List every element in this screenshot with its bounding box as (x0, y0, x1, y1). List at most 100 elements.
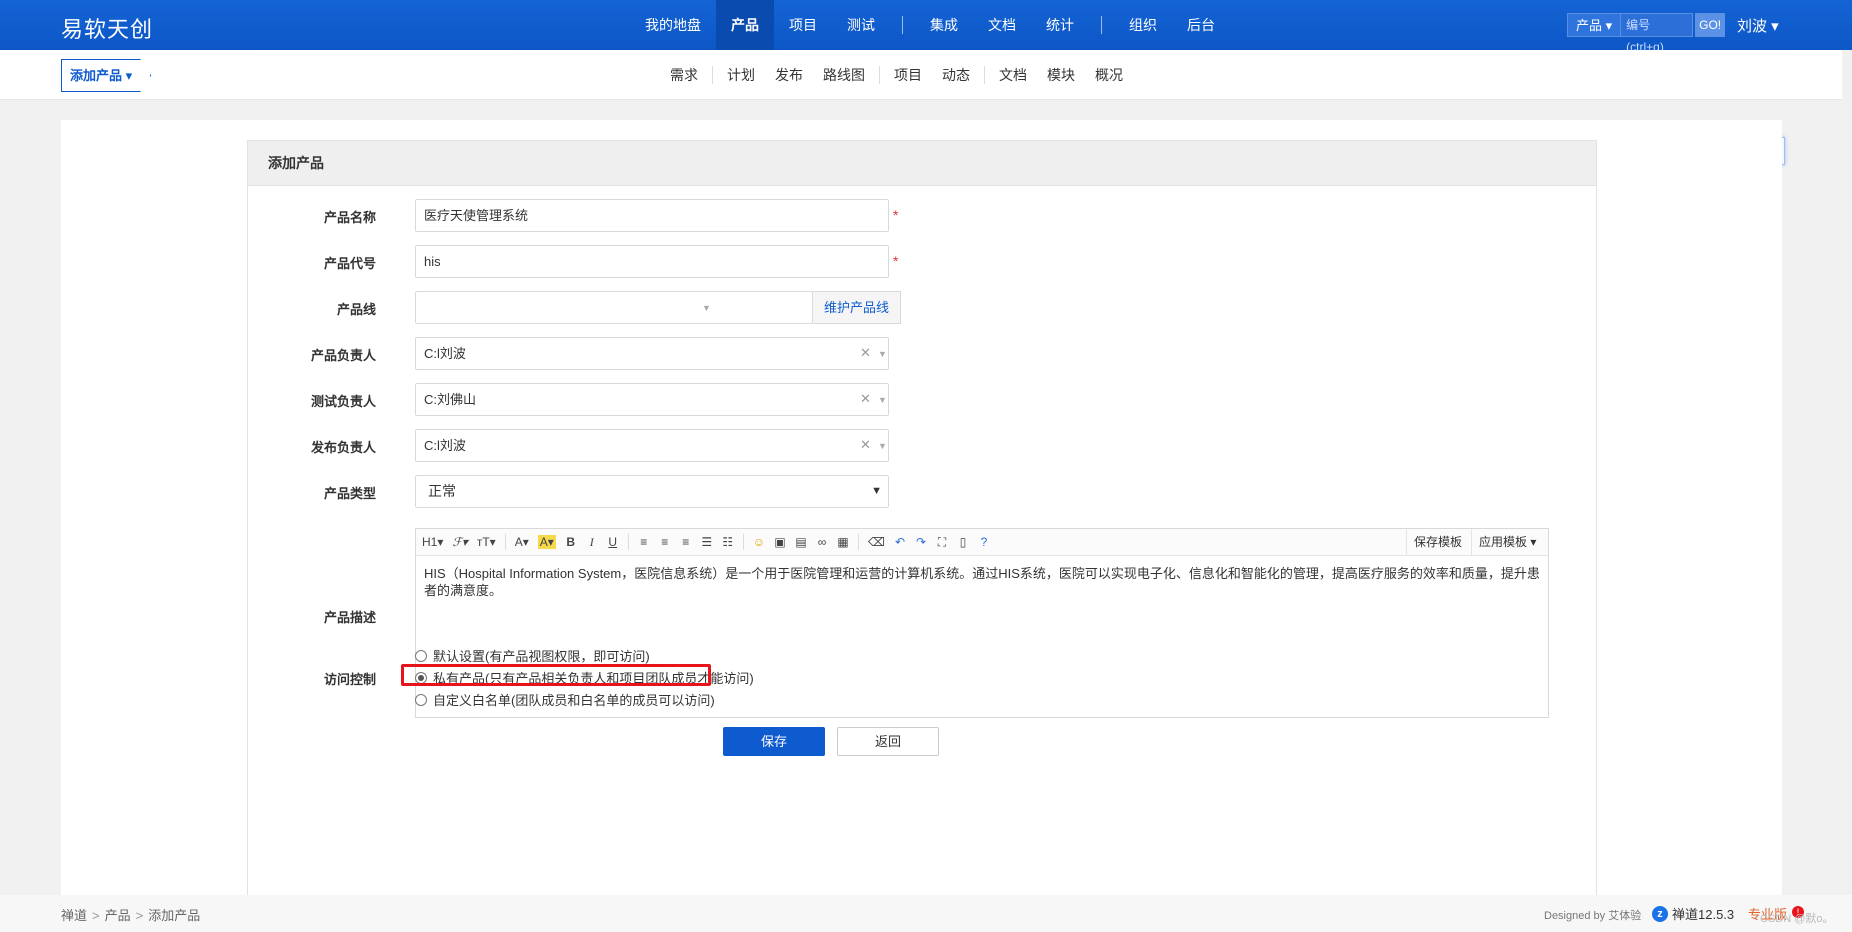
editor-toolbar: H1▾ ℱ▾ ᴛT▾ A▾ A▾ B I U ≡ ≡ ≡ ☰ ☷ ☺ ▣ ▤ ∞ (416, 529, 1548, 556)
nav-project[interactable]: 项目 (774, 0, 832, 50)
nav-ci[interactable]: 集成 (915, 0, 973, 50)
search-go-button[interactable]: GO! (1695, 13, 1726, 37)
subnav-story[interactable]: 需求 (660, 65, 708, 85)
page-scrollbar[interactable] (1842, 50, 1852, 895)
product-code-input[interactable]: his (415, 245, 889, 278)
subnav-project[interactable]: 项目 (884, 65, 932, 85)
radio-icon[interactable] (415, 649, 427, 662)
highlight-color-button[interactable]: A▾ (537, 535, 556, 549)
main-content: 添加产品 产品名称 医疗天使管理系统 * 产品代号 his * 产品线 ▼ 维护… (61, 120, 1782, 900)
unordered-list-icon[interactable]: ☷ (722, 535, 734, 549)
nav-divider (902, 16, 903, 34)
heading-button[interactable]: H1▾ (422, 535, 443, 549)
font-size-button[interactable]: ᴛT▾ (477, 535, 496, 549)
subnav-divider (984, 66, 985, 84)
product-owner-select[interactable]: C:l刘波 (415, 337, 889, 370)
qa-owner-select[interactable]: C:刘佛山 (415, 383, 889, 416)
nav-admin[interactable]: 后台 (1172, 0, 1230, 50)
acl-option-default[interactable]: 默认设置(有产品视图权限，即可访问) (415, 646, 650, 665)
current-page-dropdown[interactable]: 添加产品 ▾ (61, 59, 152, 92)
nav-doc[interactable]: 文档 (973, 0, 1031, 50)
italic-button[interactable]: I (586, 535, 598, 550)
nav-report[interactable]: 统计 (1031, 0, 1089, 50)
release-owner-select[interactable]: C:l刘波 (415, 429, 889, 462)
product-subnav: 需求 计划 发布 路线图 项目 动态 文档 模块 概况 (660, 50, 1133, 100)
search-input[interactable]: 编号(ctrl+g) (1621, 13, 1694, 54)
required-mark: * (893, 253, 899, 269)
chevron-down-icon: ▼ (871, 485, 882, 497)
radio-icon[interactable] (415, 693, 427, 706)
apply-template-button[interactable]: 应用模板 ▾ (1471, 529, 1543, 555)
subnav-roadmap[interactable]: 路线图 (813, 65, 875, 85)
chevron-down-icon: ▼ (878, 441, 887, 451)
clear-icon[interactable]: ✕ (860, 391, 871, 407)
align-left-icon[interactable]: ≡ (638, 535, 650, 549)
breadcrumb-home[interactable]: 禅道 (61, 908, 87, 923)
breadcrumb: 禅道 > 产品 > 添加产品 (61, 908, 201, 923)
eraser-icon[interactable]: ⌫ (868, 535, 885, 549)
label-access-control: 访问控制 (323, 672, 376, 687)
font-color-button[interactable]: A▾ (515, 535, 529, 549)
subnav-divider (879, 66, 880, 84)
subnav-module[interactable]: 模块 (1037, 65, 1085, 85)
version-label: 禅道12.5.3 (1672, 907, 1735, 922)
align-right-icon[interactable]: ≡ (680, 535, 692, 549)
nav-my[interactable]: 我的地盘 (630, 0, 716, 50)
brand-logo[interactable]: 易软天创 (61, 12, 153, 44)
user-menu[interactable]: 刘波 ▾ (1737, 15, 1779, 36)
toolbar-divider (627, 534, 629, 550)
footer: 禅道 > 产品 > 添加产品 Designed by 艾体验 z 禅道12.5.3 专业… (0, 895, 1852, 932)
save-button[interactable]: 保存 (723, 727, 825, 756)
save-template-button[interactable]: 保存模板 (1406, 529, 1469, 555)
clear-icon[interactable]: ✕ (860, 345, 871, 361)
subnav-release[interactable]: 发布 (765, 65, 813, 85)
code-icon[interactable]: ▤ (795, 535, 807, 549)
bold-button[interactable]: B (565, 535, 577, 549)
table-icon[interactable]: ▦ (837, 535, 849, 549)
back-button[interactable]: 返回 (837, 727, 939, 756)
help-icon[interactable]: ? (978, 535, 990, 549)
subnav-dynamic[interactable]: 动态 (932, 65, 980, 85)
label-product-desc: 产品描述 (323, 610, 376, 625)
manage-product-line-button[interactable]: 维护产品线 (813, 291, 902, 324)
label-product-owner: 产品负责人 (310, 348, 376, 363)
redo-icon[interactable]: ↷ (915, 535, 927, 549)
fullscreen-icon[interactable]: ⛶ (936, 535, 948, 550)
product-name-input[interactable]: 医疗天使管理系统 (415, 199, 889, 232)
nav-test[interactable]: 测试 (832, 0, 890, 50)
subnav-doc[interactable]: 文档 (989, 65, 1037, 85)
annotation-highlight (401, 664, 711, 686)
search-type-dropdown[interactable]: 产品 ▾ (1567, 13, 1622, 37)
create-product-form: 添加产品 产品名称 医疗天使管理系统 * 产品代号 his * 产品线 ▼ 维护… (247, 140, 1597, 900)
image-icon[interactable]: ▣ (774, 535, 786, 549)
acl-option-label: 默认设置(有产品视图权限，即可访问) (433, 649, 650, 664)
toolbar-divider (858, 534, 860, 550)
global-search: 产品 ▾ 编号(ctrl+g) GO! (1567, 13, 1726, 54)
align-center-icon[interactable]: ≡ (659, 535, 671, 549)
version-info: z 禅道12.5.3 (1652, 904, 1734, 923)
clear-icon[interactable]: ✕ (860, 437, 871, 453)
underline-button[interactable]: U (607, 535, 619, 549)
label-release-owner: 发布负责人 (310, 440, 376, 455)
editor-content[interactable]: HIS（Hospital Information System，医院信息系统）是… (416, 556, 1548, 608)
source-icon[interactable]: ▯ (957, 535, 969, 549)
undo-icon[interactable]: ↶ (894, 535, 906, 549)
nav-company[interactable]: 组织 (1114, 0, 1172, 50)
ordered-list-icon[interactable]: ☰ (701, 535, 713, 549)
label-product-type: 产品类型 (323, 486, 376, 501)
acl-option-whitelist[interactable]: 自定义白名单(团队成员和白名单的成员可以访问) (415, 690, 715, 709)
font-family-button[interactable]: ℱ▾ (452, 535, 467, 550)
nav-product[interactable]: 产品 (716, 0, 774, 50)
link-icon[interactable]: ∞ (816, 535, 828, 549)
label-qa-owner: 测试负责人 (310, 394, 376, 409)
breadcrumb-product[interactable]: 产品 (105, 908, 131, 923)
label-product-name: 产品名称 (323, 210, 376, 225)
emoji-icon[interactable]: ☺ (753, 535, 765, 549)
subnav-plan[interactable]: 计划 (717, 65, 765, 85)
subnav-view[interactable]: 概况 (1085, 65, 1133, 85)
product-line-select[interactable] (415, 291, 813, 324)
product-type-select[interactable]: 正常 ▼ (415, 475, 889, 508)
toolbar-divider (504, 534, 506, 550)
watermark: CSDN @默o。 (1760, 913, 1834, 925)
acl-option-label: 自定义白名单(团队成员和白名单的成员可以访问) (433, 693, 715, 708)
